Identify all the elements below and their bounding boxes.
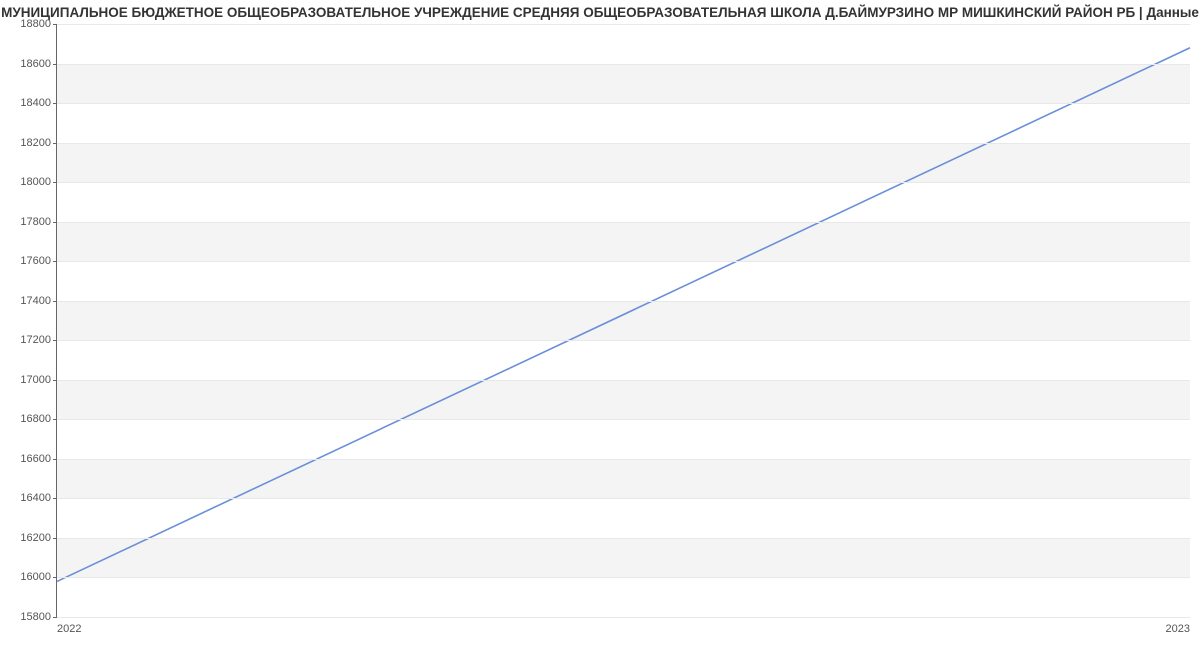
series-line	[57, 48, 1190, 582]
gridline	[57, 577, 1190, 578]
gridline	[57, 617, 1190, 618]
ytick-label: 17600	[20, 255, 51, 267]
gridline	[57, 222, 1190, 223]
ytick-label: 17000	[20, 374, 51, 386]
gridline	[57, 103, 1190, 104]
gridline	[57, 64, 1190, 65]
ytick-label: 16400	[20, 492, 51, 504]
plot-area: 1580016000162001640016600168001700017200…	[56, 24, 1190, 618]
gridline	[57, 261, 1190, 262]
gridline	[57, 143, 1190, 144]
ytick-label: 18000	[20, 176, 51, 188]
ytick-mark	[53, 459, 57, 460]
ytick-mark	[53, 103, 57, 104]
gridline	[57, 301, 1190, 302]
gridline	[57, 538, 1190, 539]
ytick-mark	[53, 301, 57, 302]
ytick-mark	[53, 498, 57, 499]
xtick-label: 2023	[1166, 623, 1190, 635]
ytick-mark	[53, 222, 57, 223]
ytick-mark	[53, 24, 57, 25]
ytick-mark	[53, 64, 57, 65]
chart-title: МУНИЦИПАЛЬНОЕ БЮДЖЕТНОЕ ОБЩЕОБРАЗОВАТЕЛЬ…	[0, 0, 1200, 22]
ytick-mark	[53, 261, 57, 262]
ytick-label: 16200	[20, 532, 51, 544]
gridline	[57, 340, 1190, 341]
chart-area: 15800 16000 16200 16400 16600 16800 17000 17200…	[0, 24, 1200, 640]
ytick-mark	[53, 577, 57, 578]
ytick-label: 18800	[20, 18, 51, 30]
ytick-label: 17800	[20, 216, 51, 228]
ytick-mark	[53, 340, 57, 341]
ytick-mark	[53, 380, 57, 381]
gridline	[57, 498, 1190, 499]
ytick-label: 18400	[20, 97, 51, 109]
ytick-mark	[53, 143, 57, 144]
xtick-label: 2022	[57, 623, 81, 635]
ytick-mark	[53, 419, 57, 420]
ytick-label: 16000	[20, 571, 51, 583]
gridline	[57, 380, 1190, 381]
ytick-label: 18600	[20, 58, 51, 70]
ytick-label: 15800	[20, 611, 51, 623]
gridline	[57, 419, 1190, 420]
line-chart-svg	[57, 24, 1190, 617]
ytick-label: 16800	[20, 413, 51, 425]
ytick-mark	[53, 182, 57, 183]
ytick-mark	[53, 617, 57, 618]
gridline	[57, 182, 1190, 183]
ytick-label: 16600	[20, 453, 51, 465]
ytick-label: 18200	[20, 137, 51, 149]
ytick-label: 17200	[20, 334, 51, 346]
ytick-label: 17400	[20, 295, 51, 307]
gridline	[57, 459, 1190, 460]
gridline	[57, 24, 1190, 25]
ytick-mark	[53, 538, 57, 539]
